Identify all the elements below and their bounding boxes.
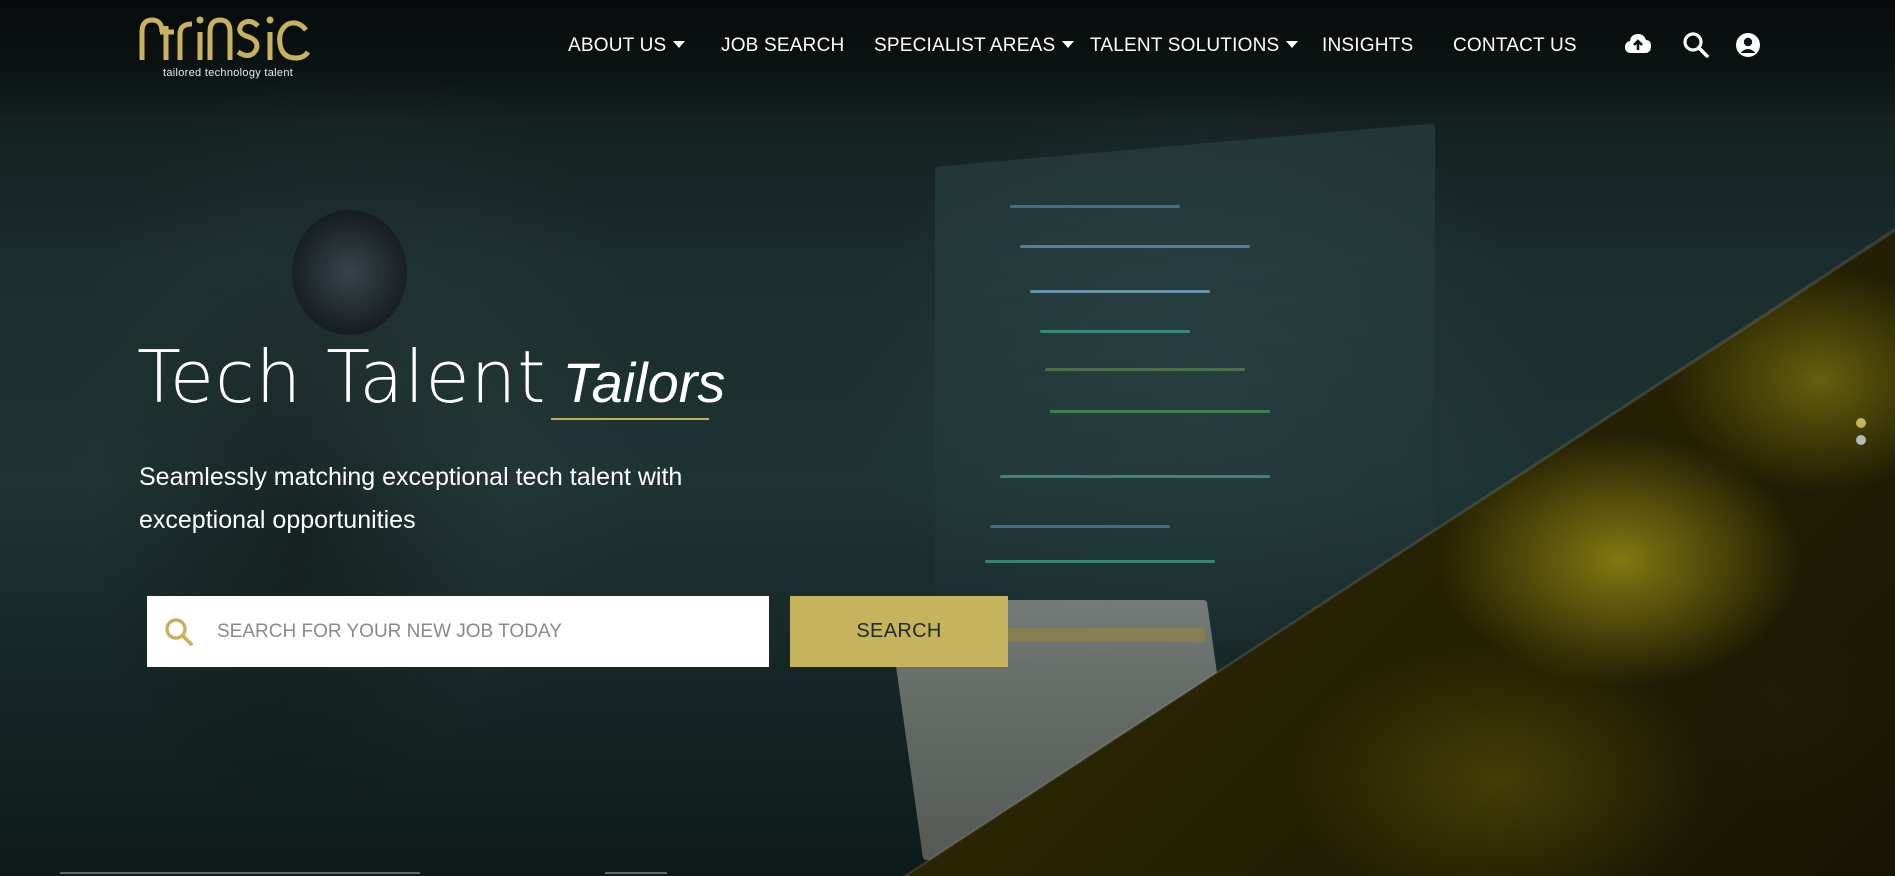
user-account-icon[interactable] bbox=[1733, 30, 1763, 60]
code-line bbox=[1020, 245, 1250, 248]
slider-dot[interactable] bbox=[1856, 435, 1866, 445]
code-line bbox=[1030, 290, 1210, 293]
code-line bbox=[985, 560, 1215, 563]
code-line bbox=[1040, 330, 1190, 333]
nav-item-talent-solutions[interactable]: TALENT SOLUTIONS bbox=[1090, 35, 1299, 57]
search-icon bbox=[163, 616, 195, 648]
chevron-down-icon bbox=[1062, 41, 1075, 48]
search-button[interactable]: SEARCH bbox=[790, 596, 1008, 667]
job-search-box bbox=[147, 596, 769, 667]
nav-item-label: JOB SEARCH bbox=[721, 35, 845, 56]
main-nav: ABOUT US JOB SEARCH SPECIALIST AREAS TAL… bbox=[0, 35, 1895, 57]
slider-dot-active[interactable] bbox=[1856, 418, 1866, 428]
nav-item-about-us[interactable]: ABOUT US bbox=[568, 35, 686, 57]
hero-title-accent: Tailors bbox=[562, 351, 726, 414]
nav-item-label: TALENT SOLUTIONS bbox=[1090, 35, 1280, 56]
code-line bbox=[1050, 410, 1270, 413]
nav-item-insights[interactable]: INSIGHTS bbox=[1322, 35, 1413, 57]
code-line bbox=[1000, 475, 1270, 478]
nav-item-label: CONTACT US bbox=[1453, 35, 1577, 56]
nav-item-label: INSIGHTS bbox=[1322, 35, 1414, 56]
job-search-input[interactable] bbox=[217, 596, 757, 667]
hero-title-underline bbox=[551, 418, 709, 420]
code-line bbox=[990, 525, 1170, 528]
nav-item-label: ABOUT US bbox=[568, 35, 667, 56]
chevron-down-icon bbox=[673, 41, 686, 48]
code-line bbox=[1045, 368, 1245, 371]
hero-title: Tech Talent Tailors bbox=[137, 335, 725, 419]
logo-tagline: tailored technology talent bbox=[163, 67, 294, 79]
hero-title-main: Tech Talent bbox=[137, 335, 547, 419]
nav-item-job-search[interactable]: JOB SEARCH bbox=[721, 35, 844, 57]
nav-item-specialist-areas[interactable]: SPECIALIST AREAS bbox=[874, 35, 1075, 57]
bottom-scroll-bar bbox=[60, 872, 420, 874]
search-icon[interactable] bbox=[1681, 30, 1711, 60]
code-line bbox=[1010, 205, 1180, 208]
bottom-scroll-bar-segment bbox=[605, 872, 667, 874]
hero-headphone-graphic bbox=[292, 210, 407, 335]
cloud-upload-icon[interactable] bbox=[1623, 30, 1653, 60]
nav-item-contact-us[interactable]: CONTACT US bbox=[1453, 35, 1577, 57]
nav-item-label: SPECIALIST AREAS bbox=[874, 35, 1056, 56]
chevron-down-icon bbox=[1286, 41, 1299, 48]
hero-subtitle: Seamlessly matching exceptional tech tal… bbox=[139, 463, 683, 534]
